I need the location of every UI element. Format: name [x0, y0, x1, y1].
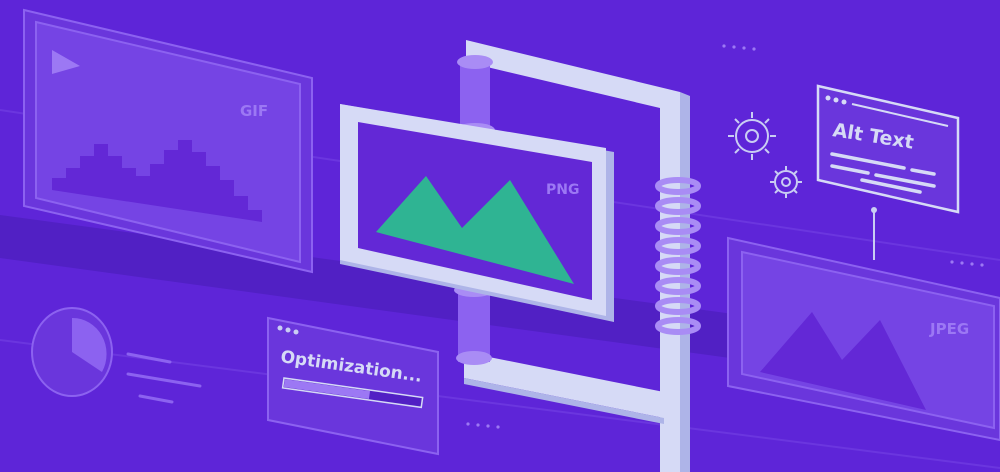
jpeg-label: JPEG	[929, 320, 969, 338]
hero-illustration: GIF Optimization... Alt Text JPEG PNG	[0, 0, 1000, 472]
png-label: PNG	[546, 182, 579, 198]
gif-label: GIF	[240, 102, 268, 120]
pie-chart-icon	[31, 307, 113, 397]
